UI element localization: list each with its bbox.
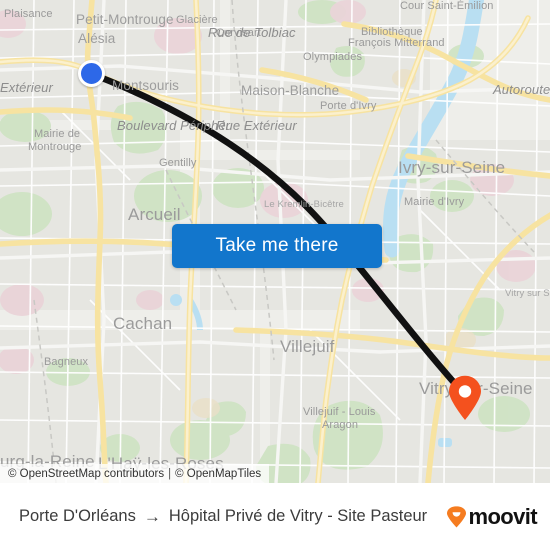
route-summary: Porte D'Orléans → Hôpital Privé de Vitry…: [19, 507, 427, 526]
route-origin-label: Porte D'Orléans: [19, 507, 136, 525]
route-destination-label: Hôpital Privé de Vitry - Site Pasteur: [168, 507, 428, 525]
moovit-wordmark: moovit: [468, 503, 537, 529]
moovit-route-widget: Plaisance Petit-Montrouge Glacière Corvisar…: [0, 0, 550, 550]
osm-attribution-link[interactable]: © OpenStreetMap contributors: [8, 468, 164, 480]
arrow-right-icon: →: [143, 507, 161, 526]
take-me-there-button[interactable]: Take me there: [172, 224, 382, 268]
origin-dot-marker[interactable]: [78, 60, 105, 87]
moovit-logo[interactable]: moovit: [446, 503, 538, 530]
destination-pin-marker[interactable]: [447, 375, 483, 421]
moovit-pin-icon: [447, 505, 467, 527]
attribution-separator: |: [168, 467, 172, 480]
map-pin-icon: [449, 375, 481, 420]
map-attribution: © OpenStreetMap contributors | © OpenMap…: [0, 464, 270, 483]
openmaptiles-attribution-link[interactable]: © OpenMapTiles: [175, 468, 261, 480]
footer-bar: Porte D'Orléans → Hôpital Privé de Vitry…: [0, 483, 550, 550]
map-canvas[interactable]: Plaisance Petit-Montrouge Glacière Corvisar…: [0, 0, 550, 483]
